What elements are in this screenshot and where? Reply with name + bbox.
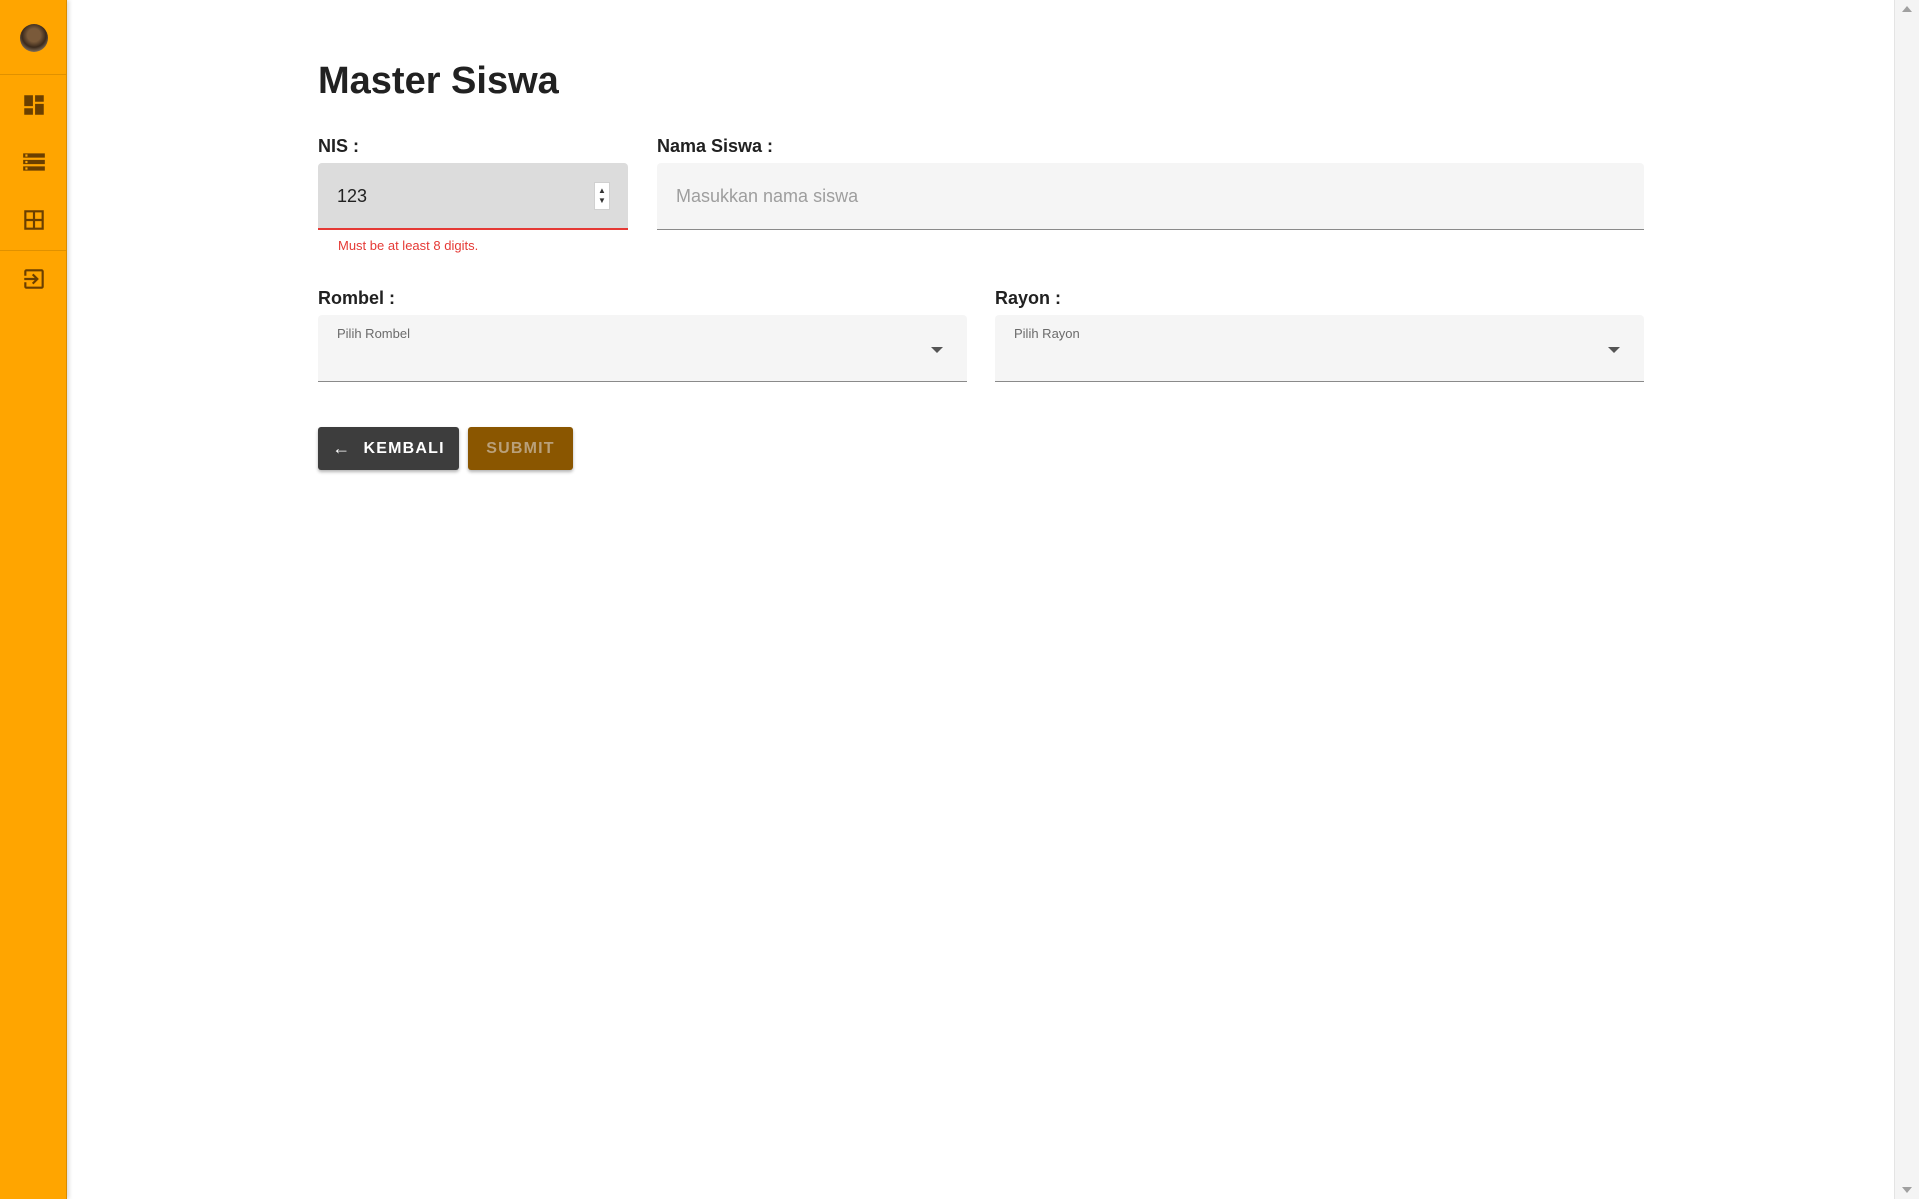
logout-icon[interactable] xyxy=(21,266,47,292)
nis-stepper[interactable]: ▲ ▼ xyxy=(594,182,610,210)
nama-siswa-input[interactable] xyxy=(676,163,1616,229)
back-button[interactable]: ← KEMBALI xyxy=(318,427,459,470)
nis-input[interactable] xyxy=(337,163,577,229)
nama-siswa-label: Nama Siswa : xyxy=(657,136,774,156)
rayon-select[interactable]: Pilih Rayon xyxy=(995,315,1644,382)
user-avatar[interactable] xyxy=(20,24,48,52)
sidebar-divider xyxy=(0,74,66,75)
sidebar-divider xyxy=(0,250,66,251)
rombel-select-placeholder: Pilih Rombel xyxy=(337,326,410,341)
stepper-up-icon[interactable]: ▲ xyxy=(598,186,606,196)
sidebar xyxy=(0,0,67,1199)
nis-label: NIS : xyxy=(318,136,360,156)
table-icon[interactable] xyxy=(21,207,47,233)
scroll-down-icon[interactable] xyxy=(1902,1187,1912,1193)
rombel-select[interactable]: Pilih Rombel xyxy=(318,315,967,382)
nis-field[interactable]: ▲ ▼ xyxy=(318,163,628,230)
chevron-down-icon[interactable] xyxy=(931,347,943,353)
rombel-label: Rombel : xyxy=(318,288,396,308)
submit-button-label: SUBMIT xyxy=(486,439,555,457)
vertical-scrollbar[interactable] xyxy=(1894,0,1919,1199)
back-button-label: KEMBALI xyxy=(363,439,445,457)
submit-button[interactable]: SUBMIT xyxy=(468,427,573,470)
nama-siswa-field[interactable] xyxy=(657,163,1644,230)
rayon-label: Rayon : xyxy=(995,288,1062,308)
page-title: Master Siswa xyxy=(318,60,559,102)
rayon-select-placeholder: Pilih Rayon xyxy=(1014,326,1080,341)
stepper-down-icon[interactable]: ▼ xyxy=(598,196,606,206)
dashboard-icon[interactable] xyxy=(21,92,47,118)
storage-icon[interactable] xyxy=(21,149,47,175)
chevron-down-icon[interactable] xyxy=(1608,347,1620,353)
arrow-left-icon: ← xyxy=(332,438,352,458)
scroll-up-icon[interactable] xyxy=(1902,6,1912,12)
nis-error-message: Must be at least 8 digits. xyxy=(338,238,479,253)
